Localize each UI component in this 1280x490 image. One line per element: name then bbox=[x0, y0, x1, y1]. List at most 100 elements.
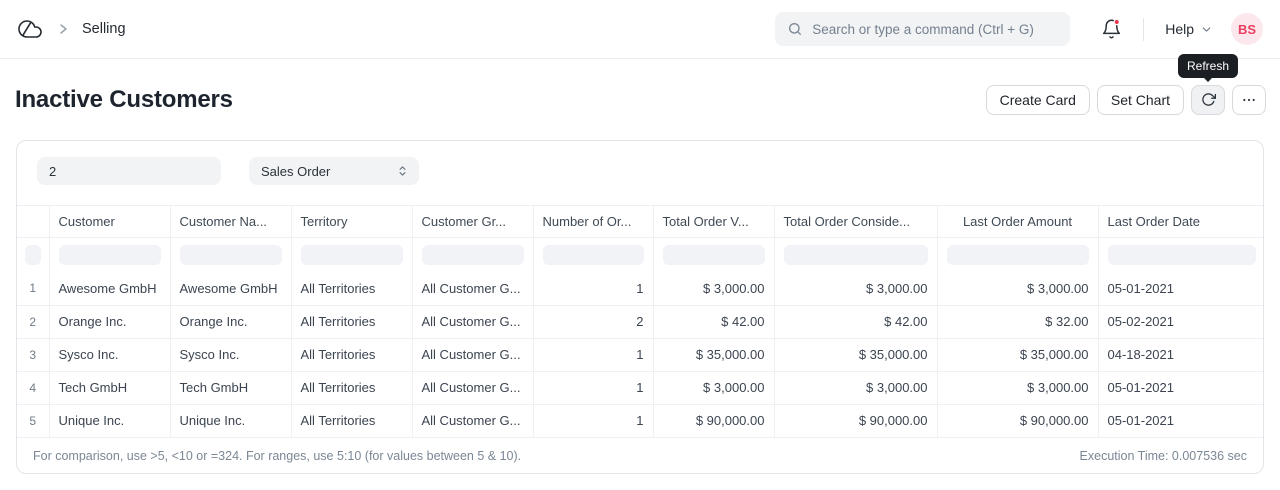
cloud-logo-icon bbox=[16, 17, 44, 41]
cell-customer[interactable]: Sysco Inc. bbox=[49, 338, 170, 371]
table-body: 1Awesome GmbHAwesome GmbHAll Territories… bbox=[17, 272, 1264, 437]
help-menu[interactable]: Help bbox=[1165, 21, 1213, 37]
cell-total-order-value[interactable]: $ 35,000.00 bbox=[653, 338, 774, 371]
refresh-button[interactable] bbox=[1191, 85, 1225, 115]
cell-last-order-date[interactable]: 05-01-2021 bbox=[1098, 404, 1264, 437]
cell-territory[interactable]: All Territories bbox=[291, 272, 412, 305]
cell-last-order-amount[interactable]: $ 35,000.00 bbox=[937, 338, 1098, 371]
col-header-customer-name[interactable]: Customer Na... bbox=[170, 206, 291, 237]
cell-customer-group[interactable]: All Customer G... bbox=[412, 404, 533, 437]
cell-number-of-orders[interactable]: 1 bbox=[533, 272, 653, 305]
filter-input-number-of-orders[interactable] bbox=[543, 245, 644, 265]
bell-icon bbox=[1101, 18, 1122, 40]
filter-input-total-order-considered[interactable] bbox=[784, 245, 928, 265]
avatar[interactable]: BS bbox=[1231, 13, 1263, 45]
help-label: Help bbox=[1165, 21, 1194, 37]
cell-last-order-date[interactable]: 05-01-2021 bbox=[1098, 371, 1264, 404]
cell-last-order-amount[interactable]: $ 3,000.00 bbox=[937, 272, 1098, 305]
col-header-total-order-considered[interactable]: Total Order Conside... bbox=[774, 206, 937, 237]
breadcrumb: Selling bbox=[16, 17, 126, 41]
col-header-row-number bbox=[17, 206, 49, 237]
query-controls: Sales Order bbox=[17, 141, 1263, 205]
col-header-last-order-amount[interactable]: Last Order Amount bbox=[937, 206, 1098, 237]
cell-territory[interactable]: All Territories bbox=[291, 404, 412, 437]
cell-customer-group[interactable]: All Customer G... bbox=[412, 305, 533, 338]
table-row: 2Orange Inc.Orange Inc.All TerritoriesAl… bbox=[17, 305, 1264, 338]
cell-last-order-date[interactable]: 04-18-2021 bbox=[1098, 338, 1264, 371]
page-title: Inactive Customers bbox=[15, 86, 233, 114]
chevron-right-icon bbox=[55, 21, 71, 37]
col-header-total-order-value[interactable]: Total Order V... bbox=[653, 206, 774, 237]
cell-total-order-considered[interactable]: $ 35,000.00 bbox=[774, 338, 937, 371]
global-search[interactable] bbox=[775, 12, 1070, 46]
query-param-input[interactable] bbox=[37, 157, 221, 185]
cell-number-of-orders[interactable]: 1 bbox=[533, 338, 653, 371]
cell-territory[interactable]: All Territories bbox=[291, 305, 412, 338]
cell-total-order-value[interactable]: $ 3,000.00 bbox=[653, 272, 774, 305]
breadcrumb-item-selling[interactable]: Selling bbox=[82, 21, 126, 37]
col-header-customer[interactable]: Customer bbox=[49, 206, 170, 237]
cell-territory[interactable]: All Territories bbox=[291, 338, 412, 371]
col-header-last-order-date[interactable]: Last Order Date bbox=[1098, 206, 1264, 237]
row-number: 3 bbox=[17, 338, 49, 371]
cell-customer[interactable]: Unique Inc. bbox=[49, 404, 170, 437]
cell-last-order-date[interactable]: 05-02-2021 bbox=[1098, 305, 1264, 338]
more-options-button[interactable] bbox=[1232, 85, 1266, 115]
filter-input-last-order-amount[interactable] bbox=[947, 245, 1089, 265]
cell-total-order-value[interactable]: $ 42.00 bbox=[653, 305, 774, 338]
cell-customer[interactable]: Awesome GmbH bbox=[49, 272, 170, 305]
cell-customer-group[interactable]: All Customer G... bbox=[412, 272, 533, 305]
table-header-row: CustomerCustomer Na...TerritoryCustomer … bbox=[17, 206, 1264, 237]
row-number: 5 bbox=[17, 404, 49, 437]
cell-last-order-amount[interactable]: $ 3,000.00 bbox=[937, 371, 1098, 404]
col-header-territory[interactable]: Territory bbox=[291, 206, 412, 237]
cell-total-order-value[interactable]: $ 3,000.00 bbox=[653, 371, 774, 404]
cell-customer-name[interactable]: Tech GmbH bbox=[170, 371, 291, 404]
cell-customer-name[interactable]: Sysco Inc. bbox=[170, 338, 291, 371]
notifications-button[interactable] bbox=[1101, 18, 1122, 40]
filter-input-customer[interactable] bbox=[59, 245, 161, 265]
cell-total-order-considered[interactable]: $ 3,000.00 bbox=[774, 272, 937, 305]
cell-customer-name[interactable]: Awesome GmbH bbox=[170, 272, 291, 305]
filter-input-customer-name[interactable] bbox=[180, 245, 282, 265]
cell-last-order-amount[interactable]: $ 32.00 bbox=[937, 305, 1098, 338]
cell-customer-name[interactable]: Unique Inc. bbox=[170, 404, 291, 437]
row-number: 1 bbox=[17, 272, 49, 305]
app-logo[interactable] bbox=[16, 17, 44, 41]
cell-total-order-value[interactable]: $ 90,000.00 bbox=[653, 404, 774, 437]
refresh-tooltip: Refresh bbox=[1178, 54, 1238, 78]
doctype-select[interactable]: Sales Order bbox=[249, 157, 419, 185]
set-chart-button[interactable]: Set Chart bbox=[1097, 85, 1184, 115]
filter-input-total-order-value[interactable] bbox=[663, 245, 765, 265]
col-header-number-of-orders[interactable]: Number of Or... bbox=[533, 206, 653, 237]
cell-total-order-considered[interactable]: $ 42.00 bbox=[774, 305, 937, 338]
filter-input-customer-group[interactable] bbox=[422, 245, 524, 265]
cell-last-order-date[interactable]: 05-01-2021 bbox=[1098, 272, 1264, 305]
refresh-icon bbox=[1201, 92, 1216, 107]
page-header: Inactive Customers Create Card Set Chart… bbox=[0, 59, 1280, 140]
cell-customer-name[interactable]: Orange Inc. bbox=[170, 305, 291, 338]
table-row: 1Awesome GmbHAwesome GmbHAll Territories… bbox=[17, 272, 1264, 305]
filter-hint-text: For comparison, use >5, <10 or =324. For… bbox=[33, 449, 521, 463]
cell-customer[interactable]: Orange Inc. bbox=[49, 305, 170, 338]
chevron-down-icon bbox=[1200, 23, 1213, 36]
filter-input-last-order-date[interactable] bbox=[1108, 245, 1257, 265]
cell-territory[interactable]: All Territories bbox=[291, 371, 412, 404]
col-header-customer-group[interactable]: Customer Gr... bbox=[412, 206, 533, 237]
create-card-button[interactable]: Create Card bbox=[986, 85, 1090, 115]
cell-customer[interactable]: Tech GmbH bbox=[49, 371, 170, 404]
filter-input-territory[interactable] bbox=[301, 245, 403, 265]
cell-customer-group[interactable]: All Customer G... bbox=[412, 371, 533, 404]
row-number: 2 bbox=[17, 305, 49, 338]
filter-input-row-number[interactable] bbox=[25, 245, 41, 265]
cell-number-of-orders[interactable]: 1 bbox=[533, 371, 653, 404]
chevron-up-down-icon bbox=[396, 164, 409, 178]
cell-total-order-considered[interactable]: $ 3,000.00 bbox=[774, 371, 937, 404]
cell-last-order-amount[interactable]: $ 90,000.00 bbox=[937, 404, 1098, 437]
cell-customer-group[interactable]: All Customer G... bbox=[412, 338, 533, 371]
cell-total-order-considered[interactable]: $ 90,000.00 bbox=[774, 404, 937, 437]
search-input[interactable] bbox=[812, 22, 1058, 37]
navbar-divider bbox=[1143, 18, 1144, 41]
cell-number-of-orders[interactable]: 2 bbox=[533, 305, 653, 338]
cell-number-of-orders[interactable]: 1 bbox=[533, 404, 653, 437]
